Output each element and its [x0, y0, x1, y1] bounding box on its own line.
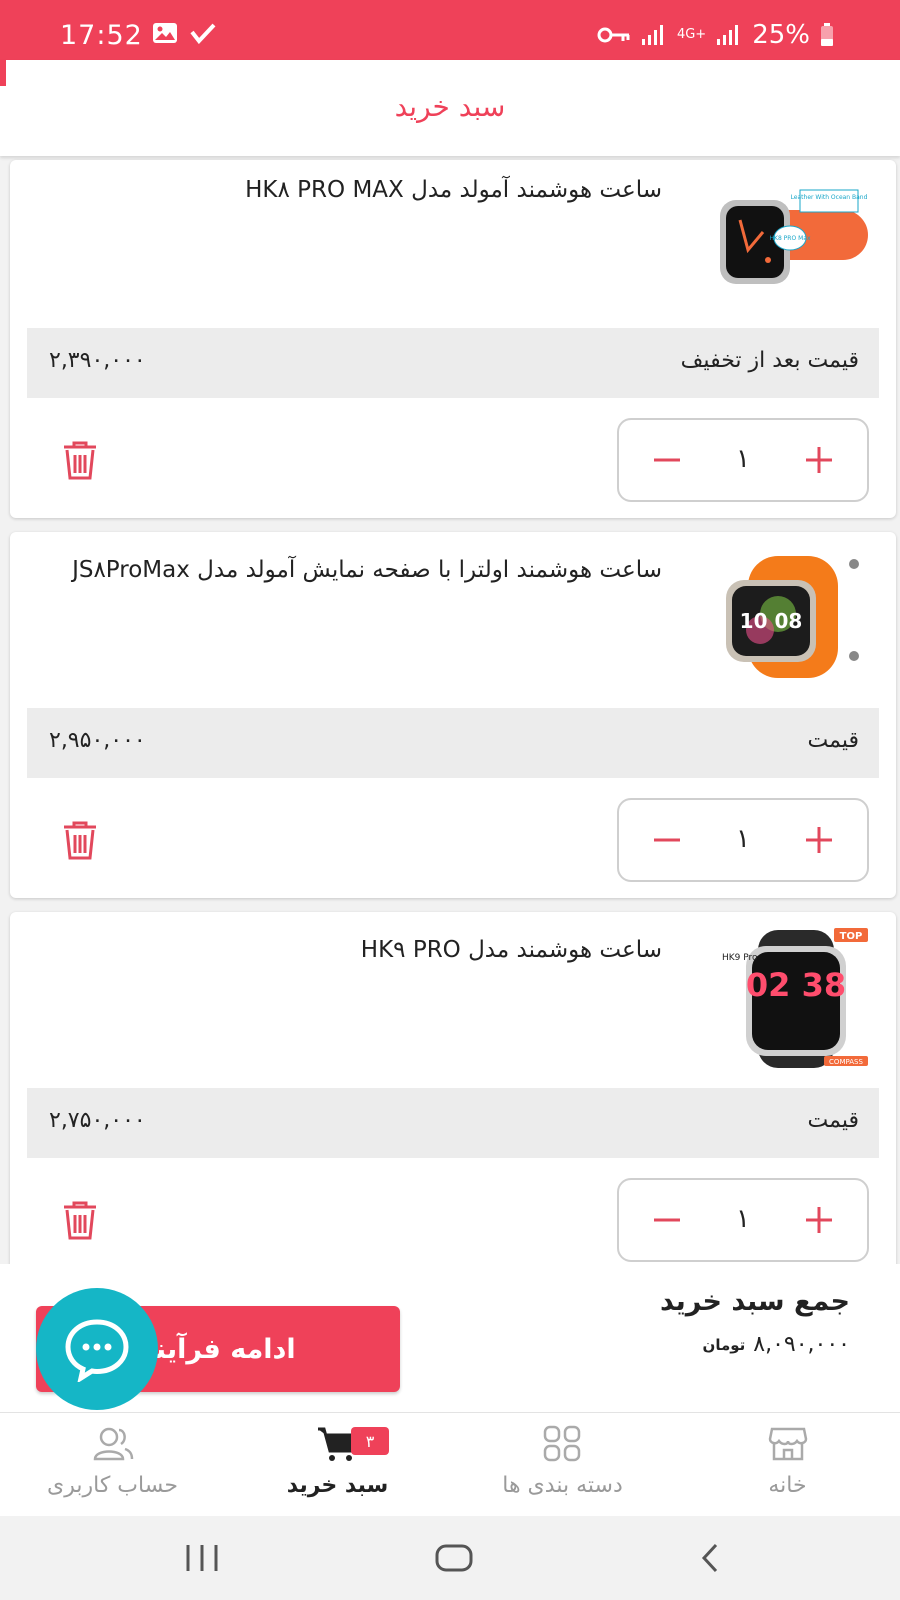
quantity-stepper: ۱: [617, 418, 869, 502]
product-image[interactable]: Leather With Ocean Band HK8 PRO Max: [708, 180, 868, 310]
product-image[interactable]: 02 38 TOP HK9 Pro COMPASS: [708, 926, 868, 1072]
trash-icon[interactable]: [58, 438, 102, 482]
summary-title: جمع سبد خرید: [660, 1286, 850, 1317]
cart-badge: ۳: [351, 1427, 389, 1455]
system-nav-bar: [0, 1516, 900, 1600]
battery-icon: [820, 23, 834, 47]
trash-icon[interactable]: [58, 818, 102, 862]
product-image-footer: COMPASS: [829, 1058, 863, 1066]
header-accent: [0, 60, 6, 86]
page-title: سبد خرید: [394, 90, 506, 123]
nav-item-categories[interactable]: دسته بندی ها: [450, 1413, 675, 1517]
summary-total: ۸,۰۹۰,۰۰۰ تومان: [703, 1332, 850, 1357]
product-image-text: HK8 PRO Max: [770, 235, 811, 242]
product-image-text: 10 08: [740, 609, 803, 633]
price-label: قیمت: [807, 728, 859, 753]
quantity-stepper: ۱: [617, 1178, 869, 1262]
price-label: قیمت بعد از تخفیف: [680, 348, 859, 373]
status-time: 17:52: [60, 20, 143, 51]
minus-icon: [654, 1218, 680, 1222]
nav-label: خانه: [768, 1473, 807, 1498]
product-title[interactable]: ساعت هوشمند اولترا با صفحه نمایش آمولد م…: [42, 552, 662, 589]
quantity-stepper: ۱: [617, 798, 869, 882]
cart-icon: [225, 1425, 450, 1465]
total-amount: ۸,۰۹۰,۰۰۰: [753, 1332, 850, 1357]
price-value: ۲,۹۵۰,۰۰۰: [49, 728, 146, 753]
categories-icon: [450, 1425, 675, 1465]
price-label: قیمت: [807, 1108, 859, 1133]
cart-item-3: ساعت هوشمند مدل HK۹ PRO 02 38 TOP HK9 Pr…: [10, 912, 896, 1278]
users-icon: [0, 1425, 225, 1465]
nav-item-account[interactable]: حساب کاربری: [0, 1413, 225, 1517]
product-title[interactable]: ساعت هوشمند آمولد مدل HK۸ PRO MAX: [42, 172, 662, 209]
price-row: قیمت ۲,۹۵۰,۰۰۰: [27, 708, 879, 778]
home-system-icon[interactable]: [424, 1538, 484, 1578]
decrease-button[interactable]: [627, 800, 707, 880]
product-title[interactable]: ساعت هوشمند مدل HK۹ PRO: [42, 932, 662, 969]
nav-item-cart[interactable]: ۳ سبد خرید: [225, 1413, 450, 1517]
chat-icon: [65, 1319, 129, 1382]
trash-icon[interactable]: [58, 1198, 102, 1242]
currency-unit: تومان: [702, 1335, 746, 1354]
battery-percent: 25%: [752, 20, 810, 50]
product-image-caption: Leather With Ocean Band: [791, 194, 868, 201]
price-value: ۲,۷۵۰,۰۰۰: [49, 1108, 146, 1133]
minus-icon: [654, 458, 680, 462]
nav-item-home[interactable]: خانه: [675, 1413, 900, 1517]
signal-icon: [641, 24, 667, 46]
price-row: قیمت ۲,۷۵۰,۰۰۰: [27, 1088, 879, 1158]
network-type: 4G+: [676, 27, 707, 42]
home-icon: [675, 1425, 900, 1465]
product-image-caption: HK9 Pro: [722, 953, 758, 963]
cart-item-1: ساعت هوشمند آمولد مدل HK۸ PRO MAX Leathe…: [10, 160, 896, 518]
product-image[interactable]: 10 08: [708, 552, 868, 682]
price-row: قیمت بعد از تخفیف ۲,۳۹۰,۰۰۰: [27, 328, 879, 398]
check-icon: [190, 22, 216, 48]
product-image-text: 02 38: [746, 966, 846, 1004]
nav-label: دسته بندی ها: [502, 1473, 623, 1498]
status-bar: 17:52 4G+ 25%: [0, 0, 900, 60]
decrease-button[interactable]: [627, 420, 707, 500]
image-icon: [152, 22, 178, 48]
key-icon: [597, 26, 631, 44]
continue-label: ادامه فرآیند: [140, 1333, 296, 1365]
product-image-tag: TOP: [840, 931, 863, 942]
nav-label: سبد خرید: [286, 1473, 389, 1498]
decrease-button[interactable]: [627, 1180, 707, 1260]
back-icon[interactable]: [680, 1538, 740, 1578]
cart-item-2: ساعت هوشمند اولترا با صفحه نمایش آمولد م…: [10, 532, 896, 898]
recent-apps-icon[interactable]: [172, 1538, 232, 1578]
nav-label: حساب کاربری: [47, 1473, 178, 1498]
minus-icon: [654, 838, 680, 842]
price-value: ۲,۳۹۰,۰۰۰: [49, 348, 146, 373]
app-header: سبد خرید: [0, 60, 900, 156]
signal-icon-2: [716, 24, 742, 46]
chat-button[interactable]: [36, 1288, 158, 1410]
bottom-nav: حساب کاربری ۳ سبد خرید دسته بندی ها خانه: [0, 1412, 900, 1517]
